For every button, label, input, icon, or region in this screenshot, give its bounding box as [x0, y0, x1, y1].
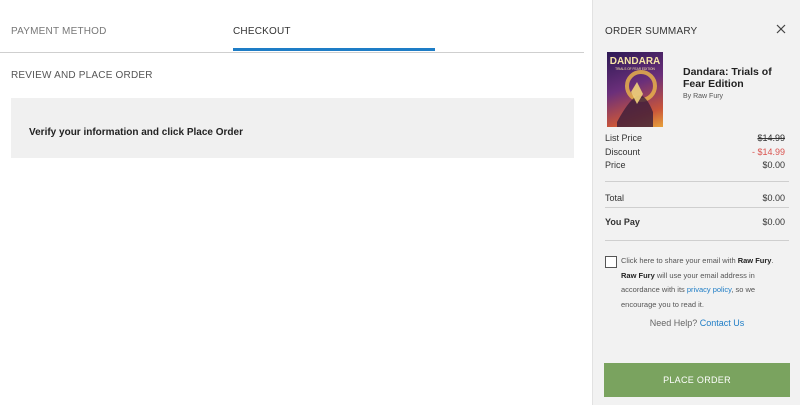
close-icon[interactable]	[774, 22, 788, 36]
summary-divider	[605, 240, 789, 241]
place-order-button[interactable]: PLACE ORDER	[604, 363, 790, 397]
price-label: Price	[605, 160, 626, 170]
consent-brand: Raw Fury	[737, 256, 772, 265]
product-cover-image: DANDARA TRIALS OF FEAR EDITION	[607, 52, 663, 127]
you-pay-label: You Pay	[605, 217, 640, 227]
verify-text: Verify your information and click Place …	[29, 127, 243, 138]
contact-us-link[interactable]: Contact Us	[700, 318, 745, 328]
consent-text: .	[771, 256, 774, 265]
consent-brand: Raw Fury	[621, 270, 655, 280]
summary-divider	[605, 181, 789, 182]
price-value: $0.00	[762, 160, 785, 170]
summary-divider	[605, 207, 789, 208]
cover-subtitle-text: TRIALS OF FEAR EDITION	[615, 67, 655, 71]
privacy-policy-link[interactable]: privacy policy	[687, 285, 731, 294]
discount-label: Discount	[605, 147, 641, 157]
active-tab-indicator	[233, 48, 435, 51]
cover-title-text: DANDARA	[610, 56, 661, 67]
list-price-value: $14.99	[757, 133, 785, 143]
order-summary-panel: ORDER SUMMARY DANDARA TRIALS OF FEAR EDI…	[592, 0, 800, 405]
checkout-tabs: PAYMENT METHOD CHECKOUT	[0, 0, 584, 53]
need-help-label: Need Help?	[649, 318, 700, 328]
tab-payment-method[interactable]: PAYMENT METHOD	[11, 26, 107, 37]
need-help: Need Help? Contact Us	[593, 318, 800, 328]
order-summary-title: ORDER SUMMARY	[605, 26, 698, 37]
you-pay-value: $0.00	[762, 217, 785, 227]
discount-value: - $14.99	[751, 147, 785, 157]
share-email-consent-text: Click here to share your email with Raw …	[621, 254, 791, 312]
verify-info-box: Verify your information and click Place …	[11, 98, 574, 158]
total-label: Total	[605, 193, 625, 203]
section-title: REVIEW AND PLACE ORDER	[11, 70, 153, 81]
list-price-label: List Price	[605, 133, 643, 143]
share-email-checkbox[interactable]	[605, 256, 617, 268]
total-value: $0.00	[762, 193, 785, 203]
tab-checkout[interactable]: CHECKOUT	[233, 26, 291, 37]
product-publisher: By Raw Fury	[683, 93, 724, 100]
checkout-main: PAYMENT METHOD CHECKOUT REVIEW AND PLACE…	[0, 0, 592, 405]
product-name: Dandara: Trials of Fear Edition	[683, 66, 772, 90]
consent-text: Click here to share your email with	[621, 256, 738, 265]
